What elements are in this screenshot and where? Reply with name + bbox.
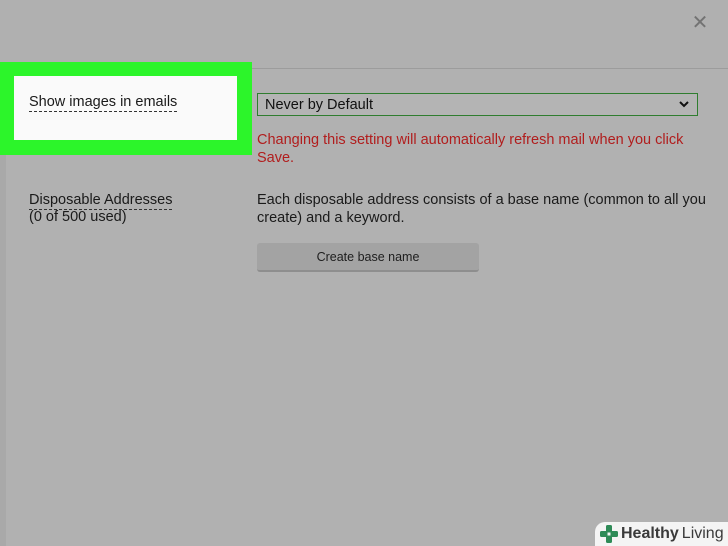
select-value: Never by Default bbox=[265, 96, 373, 113]
show-images-select[interactable]: Never by Default bbox=[257, 93, 698, 116]
refresh-warning: Changing this setting will automatically… bbox=[257, 132, 684, 166]
plus-cross-icon bbox=[600, 525, 618, 543]
disposable-usage: (0 of 500 used) bbox=[29, 209, 127, 225]
dialog-header bbox=[0, 0, 728, 69]
close-icon[interactable]: ✕ bbox=[688, 10, 712, 34]
create-base-name-button[interactable]: Create base name bbox=[257, 243, 479, 272]
disposable-addresses-label: Disposable Addresses bbox=[29, 192, 173, 210]
settings-dialog: ✕ Show images in emails Never by Default… bbox=[0, 0, 728, 546]
watermark-logo: Healthy Living bbox=[595, 522, 728, 546]
disposable-description: Each disposable address consists of a ba… bbox=[257, 192, 706, 226]
watermark-brand-light: Living bbox=[681, 525, 724, 542]
show-images-label: Show images in emails bbox=[29, 94, 178, 112]
watermark-brand-bold: Healthy bbox=[621, 525, 679, 542]
chevron-down-icon bbox=[679, 101, 689, 108]
